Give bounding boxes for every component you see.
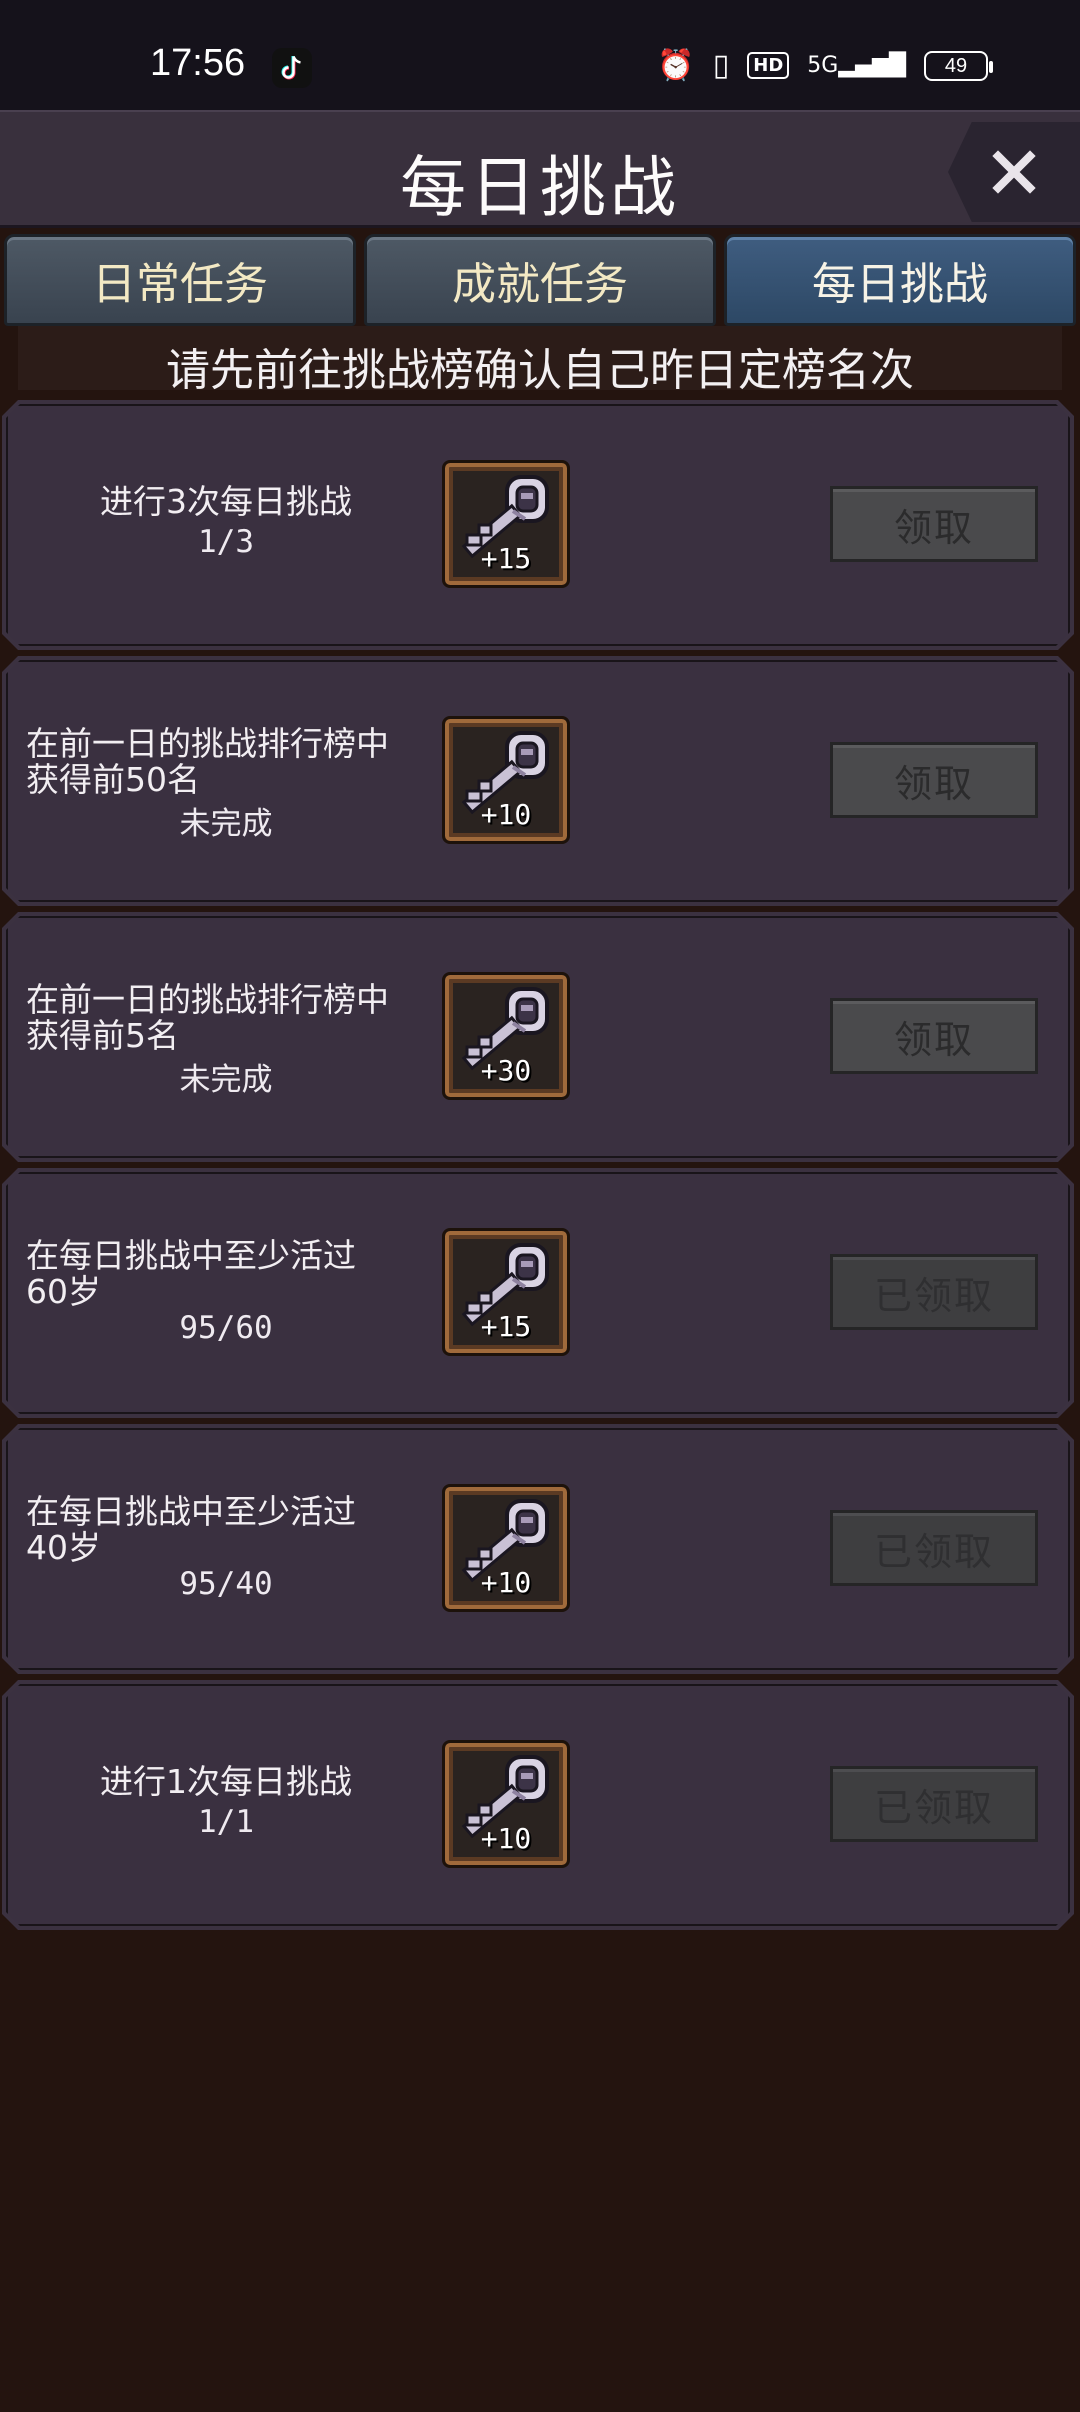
- task-description-line1: 在每日挑战中至少活过: [26, 1492, 356, 1531]
- tab-label: 日常任务: [92, 259, 268, 310]
- task-progress: 95/40: [179, 1566, 273, 1602]
- reward-amount: +10: [480, 1566, 532, 1599]
- tab-label: 每日挑战: [812, 259, 988, 310]
- task-description-line1: 进行3次每日挑战: [100, 482, 352, 521]
- task-progress: 1/3: [198, 524, 254, 560]
- reward-slot[interactable]: +15: [442, 1228, 570, 1356]
- task-description-line1: 在前一日的挑战排行榜中: [26, 980, 389, 1019]
- reward-amount: +15: [480, 542, 532, 575]
- reward-slot[interactable]: +30: [442, 972, 570, 1100]
- task-description-line1: 进行1次每日挑战: [100, 1762, 352, 1801]
- task-card: 进行3次每日挑战 1/3 +15 领取: [2, 400, 1074, 650]
- claim-button[interactable]: 领取: [830, 742, 1038, 818]
- battery-level: 49: [944, 54, 968, 77]
- status-time: 17:56: [150, 42, 246, 84]
- task-description-line2: 40岁: [26, 1528, 101, 1567]
- task-description: 进行1次每日挑战: [26, 1764, 426, 1800]
- task-description-line1: 在前一日的挑战排行榜中: [26, 724, 389, 763]
- task-card: 在每日挑战中至少活过 40岁 95/40 +10 已领取: [2, 1424, 1074, 1674]
- reward-amount: +10: [480, 798, 532, 831]
- claim-button[interactable]: 已领取: [830, 1766, 1038, 1842]
- tab-bar: 日常任务 成就任务 每日挑战: [0, 234, 1080, 326]
- task-description: 在前一日的挑战排行榜中 获得前5名: [26, 982, 426, 1054]
- claim-button[interactable]: 已领取: [830, 1510, 1038, 1586]
- task-description-line2: 60岁: [26, 1272, 101, 1311]
- reward-amount: +10: [480, 1822, 532, 1855]
- reward-amount: +30: [480, 1054, 532, 1087]
- reward-slot[interactable]: +10: [442, 1740, 570, 1868]
- status-bar: 17:56 ⏰ ▯ HD 5G▂▄▆█ 49: [0, 0, 1080, 110]
- task-progress: 未完成: [179, 806, 273, 842]
- close-button[interactable]: [948, 122, 1080, 222]
- task-card: 在前一日的挑战排行榜中 获得前5名 未完成 +30 领取: [2, 912, 1074, 1162]
- page-title: 每日挑战: [400, 149, 680, 226]
- header-bar: 每日挑战: [0, 110, 1080, 228]
- reward-slot[interactable]: +15: [442, 460, 570, 588]
- tab-label: 成就任务: [452, 259, 628, 310]
- hd-badge: HD: [747, 52, 790, 79]
- reward-slot[interactable]: +10: [442, 1484, 570, 1612]
- notice-text: 请先前往挑战榜确认自己昨日定榜名次: [166, 345, 914, 396]
- task-progress: 未完成: [179, 1062, 273, 1098]
- network-label: 5G: [807, 53, 839, 78]
- tiktok-icon: [272, 48, 312, 88]
- task-card: 在每日挑战中至少活过 60岁 95/60 +15 已领取: [2, 1168, 1074, 1418]
- tab-achievement-tasks[interactable]: 成就任务: [364, 234, 716, 326]
- reward-slot[interactable]: +10: [442, 716, 570, 844]
- task-description: 在每日挑战中至少活过 60岁: [26, 1238, 426, 1310]
- task-card: 进行1次每日挑战 1/1 +10 已领取: [2, 1680, 1074, 1930]
- tab-daily-challenge[interactable]: 每日挑战: [724, 234, 1076, 326]
- claim-button[interactable]: 已领取: [830, 1254, 1038, 1330]
- battery-icon: 49: [924, 50, 993, 81]
- task-description-line1: 在每日挑战中至少活过: [26, 1236, 356, 1275]
- task-description-line2: 获得前50名: [26, 760, 200, 799]
- signal-icon: 5G▂▄▆█: [807, 53, 906, 78]
- task-description: 进行3次每日挑战: [26, 484, 426, 520]
- task-description: 在每日挑战中至少活过 40岁: [26, 1494, 426, 1566]
- tab-daily-tasks[interactable]: 日常任务: [4, 234, 356, 326]
- close-icon: [992, 150, 1036, 194]
- task-progress: 95/60: [179, 1310, 273, 1346]
- claim-button[interactable]: 领取: [830, 486, 1038, 562]
- alarm-icon: ⏰: [657, 48, 695, 83]
- task-card: 在前一日的挑战排行榜中 获得前50名 未完成 +10 领取: [2, 656, 1074, 906]
- task-description: 在前一日的挑战排行榜中 获得前50名: [26, 726, 426, 798]
- task-description-line2: 获得前5名: [26, 1016, 179, 1055]
- reward-amount: +15: [480, 1310, 532, 1343]
- vibrate-icon: ▯: [712, 48, 730, 83]
- claim-button[interactable]: 领取: [830, 998, 1038, 1074]
- task-progress: 1/1: [198, 1804, 254, 1840]
